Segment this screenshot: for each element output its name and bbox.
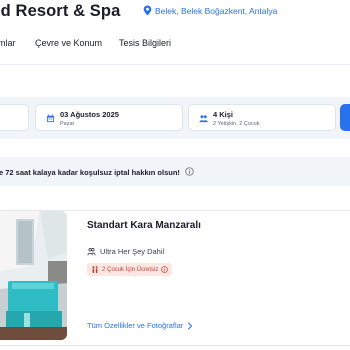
- tabs-divider: [0, 64, 350, 65]
- date-value: 03 Ağustos 2025: [60, 110, 119, 119]
- tab-facility-info[interactable]: Tesis Bilgileri: [119, 38, 171, 48]
- guests-value: 4 Kişi: [213, 110, 234, 119]
- info-circle-icon[interactable]: [161, 266, 169, 273]
- all-features-label: Tüm Özellikler ve Fotoğraflar: [87, 321, 184, 330]
- room-photo[interactable]: [0, 211, 67, 340]
- guests-breakdown: 2 Yetişkin, 2 Çocuk: [213, 121, 260, 127]
- child-badge-label: 2 Çocuk İçin Ücretsiz: [102, 266, 159, 273]
- hotel-location[interactable]: Belek, Belek Boğazkent, Antalya: [143, 5, 277, 16]
- child-free-badge: 2 Çocuk İçin Ücretsiz: [87, 263, 173, 276]
- cancellation-row: e 72 saat kalaya kadar koşulsuz iptal ha…: [0, 167, 194, 177]
- tab-rooms[interactable]: mlar: [0, 38, 16, 48]
- guests-field[interactable]: 4 Kişi 2 Yetişkin, 2 Çocuk: [188, 104, 336, 131]
- destination-field[interactable]: [0, 104, 29, 131]
- cancellation-text: e 72 saat kalaya kadar koşulsuz iptal ha…: [0, 168, 180, 177]
- child-icon: [92, 266, 98, 274]
- location-label: Belek, Belek Boğazkent, Antalya: [155, 5, 278, 16]
- utensils-icon: [87, 248, 96, 256]
- search-button[interactable]: [340, 104, 350, 131]
- calendar-icon: [46, 114, 55, 123]
- board-type: Ultra Her Şey Dahil: [87, 247, 164, 256]
- people-icon: [199, 115, 208, 123]
- date-weekday: Pazar: [60, 121, 75, 127]
- room-photo-image: [0, 211, 67, 340]
- room-name: Standart Kara Manzaralı: [87, 220, 201, 231]
- tab-location[interactable]: Çevre ve Konum: [35, 38, 102, 48]
- date-field[interactable]: 03 Ağustos 2025 Pazar: [35, 104, 183, 131]
- chevron-right-icon: [188, 321, 193, 330]
- map-pin-icon: [143, 5, 152, 16]
- info-circle-icon[interactable]: [185, 167, 194, 176]
- all-features-link[interactable]: Tüm Özellikler ve Fotoğraflar: [87, 321, 193, 330]
- board-label: Ultra Her Şey Dahil: [100, 247, 165, 256]
- hotel-title: ld Resort & Spa: [0, 2, 121, 20]
